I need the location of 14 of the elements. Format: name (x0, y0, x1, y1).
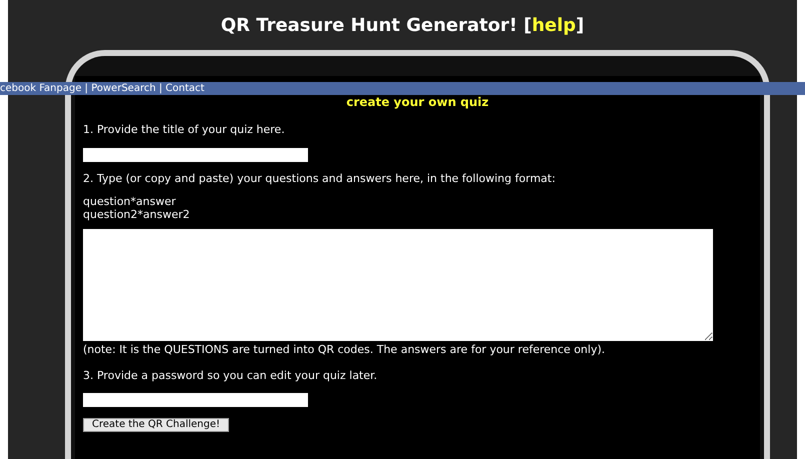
step-3-label: 3. Provide a password so you can edit your quiz later. (83, 368, 378, 384)
page-title: QR Treasure Hunt Generator! [help] (220, 14, 584, 38)
create-button[interactable]: Create the QR Challenge! (83, 418, 229, 432)
note-text: (note: It is the QUESTIONS are turned into QR codes. The answers are for your reference only). (83, 342, 606, 358)
title-field[interactable] (83, 148, 308, 162)
step-1-label: 1. Provide the title of your quiz here. (83, 122, 286, 138)
help-link[interactable]: help (532, 14, 576, 36)
form-heading: create your own quiz (345, 96, 490, 108)
format-example: question2*answer2 (83, 208, 191, 221)
nav-links[interactable]: cebook Fanpage | PowerSearch | Contact (0, 84, 204, 94)
step-2-label: 2. Type (or copy and paste) your questions and answers here, in the following format: (83, 170, 556, 186)
password-field[interactable] (83, 393, 308, 407)
format-example: question*answer (83, 195, 177, 208)
questions-field[interactable] (83, 229, 713, 341)
